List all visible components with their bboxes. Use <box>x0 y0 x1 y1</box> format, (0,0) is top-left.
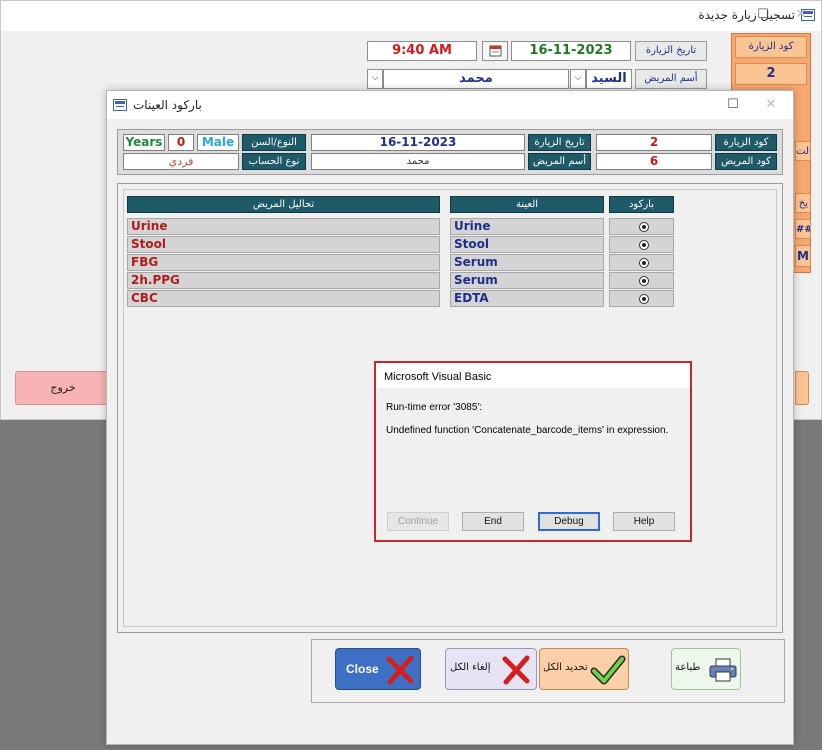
x-mark-icon <box>386 655 414 685</box>
calendar-button[interactable] <box>482 41 508 61</box>
print-button[interactable]: طباعة <box>671 648 741 690</box>
close-icon[interactable]: ✕ <box>789 5 813 25</box>
maximize-icon[interactable]: ☐ <box>721 95 745 115</box>
dialog-message: Undefined function 'Concatenate_barcode_… <box>386 425 669 436</box>
visit-code-field: 2 <box>596 134 712 151</box>
side-fragment-2: يخ <box>795 193 811 213</box>
barcode-window-title: باركود العينات <box>133 98 202 112</box>
sample-cell: EDTA <box>450 290 604 307</box>
age-field: 0 <box>168 134 194 151</box>
radio-icon[interactable] <box>639 222 649 232</box>
test-cell: 2h.PPG <box>127 272 440 289</box>
patient-name-label: أسم المريض <box>635 69 707 89</box>
visit-date-label: تاريخ الزيارة <box>635 41 707 61</box>
account-type-field: فردي <box>123 153 239 170</box>
sample-cell: Serum <box>450 254 604 271</box>
vba-error-dialog: Microsoft Visual Basic Run-time error '3… <box>374 361 692 542</box>
checkmark-icon <box>590 655 626 685</box>
radio-icon[interactable] <box>639 258 649 268</box>
visit-date-field: 16-11-2023 <box>311 134 525 151</box>
close-icon[interactable]: ✕ <box>759 95 783 115</box>
visit-code-label: كود الزيارة <box>715 134 777 151</box>
test-cell: Stool <box>127 236 440 253</box>
gender-field: Male <box>197 134 239 151</box>
sample-cell: Serum <box>450 272 604 289</box>
barcode-radio-cell[interactable] <box>609 290 674 307</box>
barcode-radio-cell[interactable] <box>609 236 674 253</box>
side-fragment-4: M <box>795 245 811 267</box>
sample-cell: Urine <box>450 218 604 235</box>
account-type-label: نوع الحساب <box>242 153 306 170</box>
side-fragment-1: الت <box>795 141 811 161</box>
patient-name-label: أسم المريض <box>528 153 591 170</box>
barcode-window-titlebar: باركود العينات ☐ ✕ <box>107 91 793 119</box>
tests-column-header: تحاليل المريض <box>127 196 440 213</box>
salutation-field[interactable]: السيد <box>586 69 632 89</box>
cancel-all-label: إلغاء الكل <box>450 662 491 673</box>
maximize-icon[interactable]: ☐ <box>751 5 775 25</box>
close-button[interactable]: Close <box>335 648 421 690</box>
patient-name-dropdown-icon[interactable]: ⌵ <box>367 69 383 89</box>
radio-icon[interactable] <box>639 240 649 250</box>
printer-icon <box>709 658 737 682</box>
barcode-radio-cell[interactable] <box>609 218 674 235</box>
barcode-radio-cell[interactable] <box>609 254 674 271</box>
exit-button[interactable]: خروج <box>15 371 111 405</box>
select-all-button[interactable]: تحديد الكل <box>539 648 629 690</box>
end-button[interactable]: End <box>462 512 524 531</box>
gender-age-label: النوع/السن <box>242 134 306 151</box>
debug-button[interactable]: Debug <box>538 512 600 531</box>
calendar-icon <box>489 45 502 57</box>
sample-cell: Stool <box>450 236 604 253</box>
age-unit-field: Years <box>123 134 165 151</box>
background-window-titlebar: تسجيل زيارة جديدة ☐ ✕ <box>1 1 821 31</box>
x-mark-icon <box>502 655 530 685</box>
close-button-label: Close <box>346 662 379 676</box>
patient-code-label: كود المريض <box>715 153 777 170</box>
test-cell: CBC <box>127 290 440 307</box>
visit-time-field[interactable]: 9:40 AM <box>367 41 477 61</box>
barcode-radio-cell[interactable] <box>609 272 674 289</box>
help-button[interactable]: Help <box>613 512 675 531</box>
print-label: طباعة <box>675 662 701 673</box>
patient-name-field[interactable]: محمد <box>383 69 569 89</box>
select-all-label: تحديد الكل <box>543 662 588 673</box>
patient-name-field: محمد <box>311 153 525 170</box>
dialog-title: Microsoft Visual Basic <box>384 371 492 383</box>
radio-icon[interactable] <box>639 294 649 304</box>
continue-button: Continue <box>387 512 449 531</box>
visit-date-label: تاريخ الزيارة <box>528 134 591 151</box>
background-window-title: تسجيل زيارة جديدة <box>698 8 795 22</box>
visit-code-field: 2 <box>735 63 807 85</box>
test-cell: Urine <box>127 218 440 235</box>
visit-date-field[interactable]: 16-11-2023 <box>511 41 631 61</box>
test-cell: FBG <box>127 254 440 271</box>
radio-icon[interactable] <box>639 276 649 286</box>
barcode-column-header: باركود <box>609 196 674 213</box>
dialog-error-line: Run-time error '3085': <box>386 402 483 413</box>
sample-column-header: العينة <box>450 196 604 213</box>
patient-code-field: 6 <box>596 153 712 170</box>
visit-code-label: كود الزيارة <box>735 36 807 58</box>
hidden-orange-button[interactable] <box>795 371 809 405</box>
side-fragment-3: ## <box>795 219 811 239</box>
cancel-all-button[interactable]: إلغاء الكل <box>445 648 537 690</box>
salutation-dropdown-icon[interactable]: ⌵ <box>570 69 586 89</box>
form-icon <box>113 99 127 111</box>
